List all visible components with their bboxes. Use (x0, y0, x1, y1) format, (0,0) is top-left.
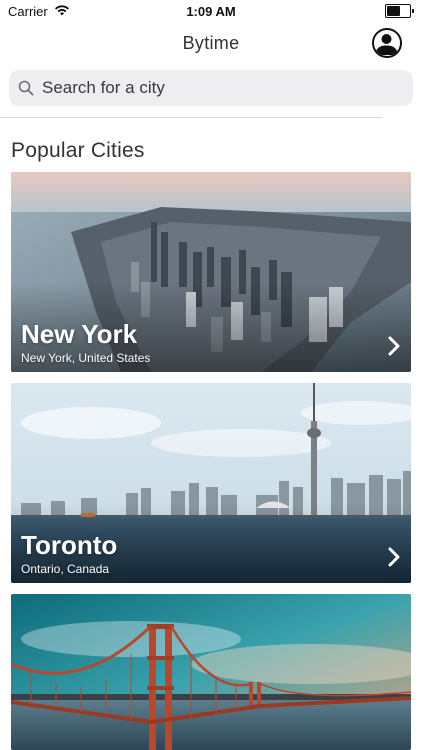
nav-bar: Bytime (0, 22, 422, 66)
city-name: New York (21, 319, 138, 349)
golden-gate-image (11, 594, 411, 750)
profile-button[interactable] (372, 28, 402, 58)
status-time: 1:09 AM (186, 4, 236, 19)
city-card-toronto[interactable]: Toronto Ontario, Canada (11, 383, 411, 583)
city-location: New York, United States (21, 351, 151, 365)
person-circle-icon (375, 34, 398, 55)
status-bar: Carrier 1:09 AM (0, 0, 422, 22)
search-bar[interactable] (9, 70, 413, 106)
search-icon (18, 80, 34, 96)
battery-icon (385, 4, 414, 18)
city-name: Toronto (21, 530, 118, 560)
city-location: Ontario, Canada (21, 562, 110, 576)
city-card-san-francisco[interactable] (11, 594, 411, 750)
search-divider (0, 117, 382, 118)
chevron-right-icon (388, 547, 400, 567)
city-card-new-york[interactable]: New York New York, United States (11, 172, 411, 372)
section-title: Popular Cities (11, 139, 145, 162)
search-input[interactable] (42, 78, 382, 98)
chevron-right-icon (388, 336, 400, 356)
app-title: Bytime (182, 33, 240, 53)
